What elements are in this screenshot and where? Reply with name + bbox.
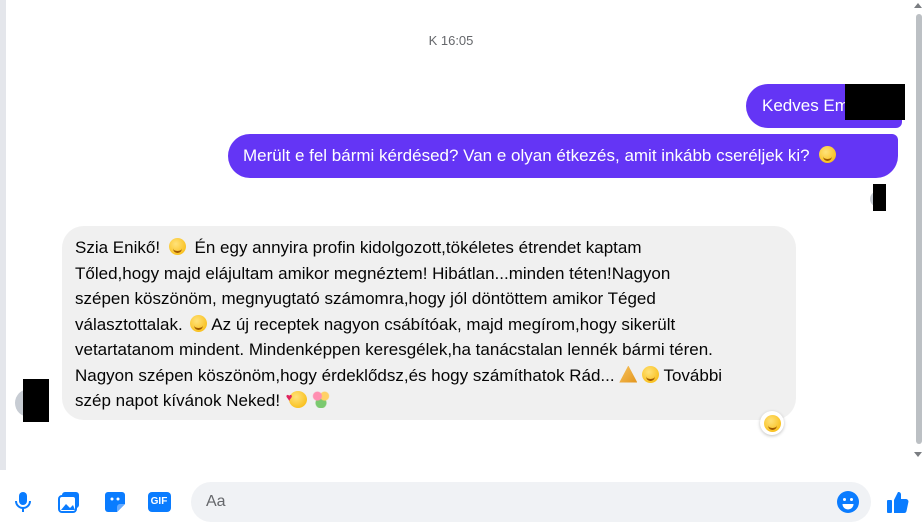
relieved-face-emoji-icon: [642, 365, 660, 383]
thumbs-up-icon[interactable]: [886, 490, 910, 514]
message-line: választottalak. Az új receptek nagyon cs…: [75, 312, 782, 338]
redaction-box: [873, 184, 886, 211]
sticker-icon[interactable]: [103, 490, 127, 514]
relieved-face-emoji-icon: [763, 414, 781, 432]
chat-window: K 16:05 Kedves Em Merült e fel bármi kér…: [0, 0, 924, 528]
bouquet-emoji-icon: [311, 391, 330, 408]
message-reaction[interactable]: [760, 411, 784, 435]
redaction-box: [23, 379, 49, 422]
smiling-face-emoji-icon: [168, 238, 186, 255]
gif-label: GIF: [147, 492, 171, 512]
sent-message-bubble[interactable]: Merült e fel bármi kérdésed? Van e olyan…: [228, 134, 898, 178]
message-text: Én egy annyira profin kidolgozott,tökéle…: [194, 238, 642, 257]
relieved-face-emoji-icon: [190, 314, 208, 332]
message-text: Az új receptek nagyon csábítóak, majd me…: [211, 314, 676, 334]
sent-message-text: Kedves Em: [762, 96, 849, 115]
folded-hands-emoji-icon: [619, 365, 638, 383]
emoji-icon[interactable]: [836, 490, 860, 514]
message-text: További: [663, 365, 723, 385]
message-input[interactable]: [191, 482, 871, 522]
smiling-face-with-hearts-emoji-icon: [286, 386, 307, 412]
smiling-face-emoji-icon: [819, 146, 837, 163]
sent-message-text: Merült e fel bármi kérdésed? Van e olyan…: [243, 146, 810, 165]
message-text: szép napot kívánok Neked!: [75, 391, 281, 410]
message-timestamp: K 16:05: [428, 33, 474, 48]
message-line: Tőled,hogy majd elájultam amikor megnézt…: [75, 263, 671, 283]
scroll-up-arrow-icon[interactable]: [914, 3, 922, 8]
gif-icon[interactable]: GIF: [147, 490, 171, 514]
message-line: szép napot kívánok Neked!: [75, 386, 782, 414]
scroll-down-arrow-icon[interactable]: [914, 452, 922, 457]
message-text: választottalak.: [75, 314, 183, 334]
scrollbar-thumb[interactable]: [916, 14, 922, 444]
message-line: Szia Enikő! Én egy annyira profin kidolg…: [75, 235, 782, 261]
photo-gallery-icon[interactable]: [57, 490, 81, 514]
message-line: Nagyon szépen köszönöm,hogy érdeklődsz,é…: [75, 363, 782, 389]
received-message-bubble[interactable]: Szia Enikő! Én egy annyira profin kidolg…: [62, 226, 796, 420]
redaction-box: [845, 84, 905, 120]
message-line: szépen köszönöm, megnyugtató számomra,ho…: [75, 289, 656, 308]
message-text: Nagyon szépen köszönöm,hogy érdeklődsz,é…: [75, 365, 615, 385]
message-text: Szia Enikő!: [75, 238, 161, 257]
microphone-icon[interactable]: [11, 490, 35, 514]
scrollbar[interactable]: [914, 0, 924, 470]
composer-bar: GIF: [0, 470, 924, 528]
message-line: vetartatanom mindent. Mindenképpen keres…: [75, 340, 713, 359]
window-edge: [0, 0, 6, 528]
